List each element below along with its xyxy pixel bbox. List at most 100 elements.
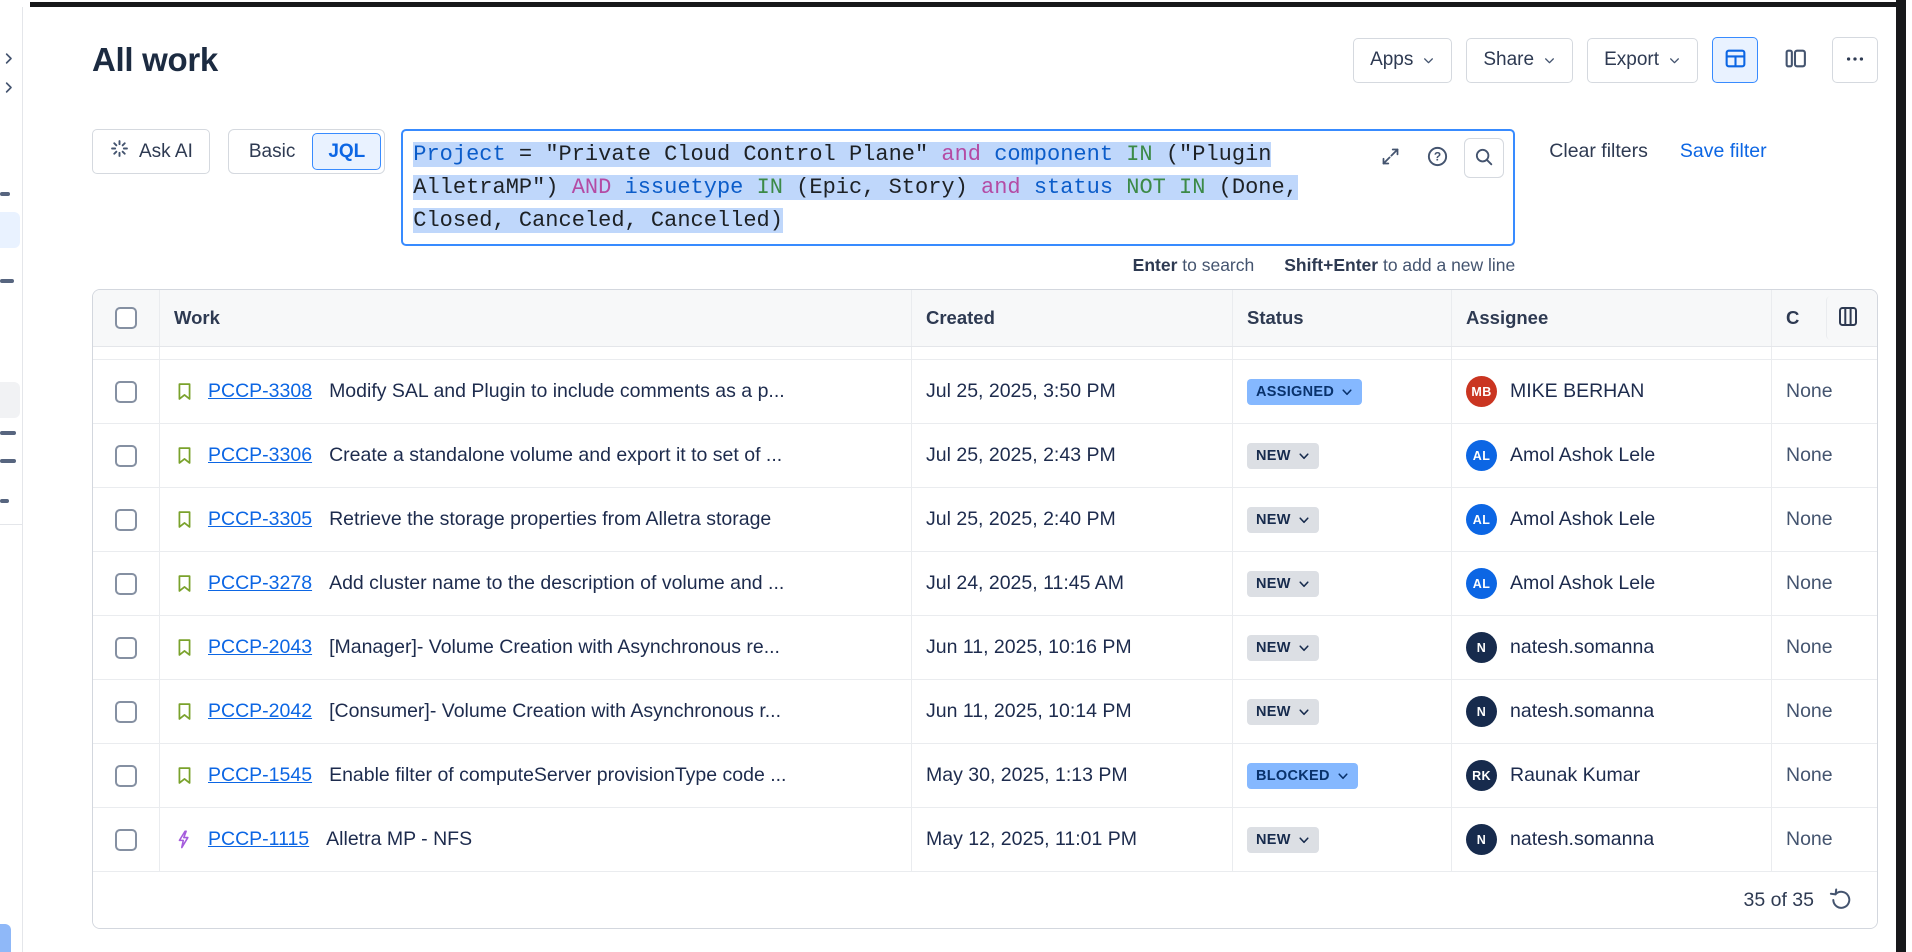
issue-key-link[interactable]: PCCP-3278: [208, 572, 312, 595]
run-search-button[interactable]: [1464, 138, 1504, 178]
issue-key-link[interactable]: PCCP-3306: [208, 444, 312, 467]
sidebar-selected-item[interactable]: [0, 212, 20, 248]
syntax-help-button[interactable]: ?: [1417, 138, 1457, 178]
assignee-cell[interactable]: RK Raunak Kumar: [1451, 744, 1771, 807]
table-row[interactable]: PCCP-2043 [Manager]- Volume Creation wit…: [93, 616, 1877, 680]
story-icon: [174, 637, 195, 658]
avatar: MB: [1466, 376, 1497, 407]
row-checkbox[interactable]: [115, 509, 137, 531]
row-checkbox[interactable]: [115, 701, 137, 723]
save-filter-button[interactable]: Save filter: [1680, 140, 1767, 163]
row-checkbox[interactable]: [115, 445, 137, 467]
status-dropdown[interactable]: NEW: [1247, 571, 1319, 597]
expand-editor-button[interactable]: [1370, 138, 1410, 178]
header-actions: Apps Share Export: [1353, 37, 1878, 83]
search-mode-toggle: Basic JQL: [228, 129, 385, 174]
chevron-down-icon: [1298, 450, 1310, 462]
export-button[interactable]: Export: [1587, 38, 1698, 83]
issue-summary[interactable]: [Consumer]- Volume Creation with Asynchr…: [329, 700, 781, 723]
chevron-right-icon[interactable]: [1, 80, 16, 100]
list-view-button[interactable]: [1712, 37, 1758, 83]
issue-summary[interactable]: Enable filter of computeServer provision…: [329, 764, 786, 787]
status-dropdown[interactable]: NEW: [1247, 699, 1319, 725]
table-row[interactable]: PCCP-3278 Add cluster name to the descri…: [93, 552, 1877, 616]
avatar: N: [1466, 696, 1497, 727]
issue-summary[interactable]: Modify SAL and Plugin to include comment…: [329, 380, 785, 403]
share-button[interactable]: Share: [1466, 38, 1573, 83]
table-row[interactable]: PCCP-3305 Retrieve the storage propertie…: [93, 488, 1877, 552]
ask-ai-button[interactable]: Ask AI: [92, 129, 210, 174]
work-cell: PCCP-1115 Alletra MP - NFS: [159, 808, 911, 871]
assignee-cell[interactable]: N natesh.somanna: [1451, 616, 1771, 679]
column-header-status[interactable]: Status: [1232, 290, 1451, 346]
column-header-assignee[interactable]: Assignee: [1451, 290, 1771, 346]
status-cell: NEW: [1232, 552, 1451, 615]
issue-key-link[interactable]: PCCP-3308: [208, 380, 312, 403]
expand-icon: [1380, 146, 1401, 170]
assignee-cell[interactable]: N natesh.somanna: [1451, 808, 1771, 871]
created-cell: Jul 24, 2025, 11:45 AM: [911, 552, 1232, 615]
selected-text: AlletraMP") AND issuetype IN (Epic, Stor…: [413, 175, 1298, 200]
assignee-cell[interactable]: AL Amol Ashok Lele: [1451, 424, 1771, 487]
columns-settings-button[interactable]: [1826, 297, 1869, 340]
apps-button[interactable]: Apps: [1353, 38, 1452, 83]
story-icon: [174, 573, 195, 594]
row-checkbox[interactable]: [115, 381, 137, 403]
status-dropdown[interactable]: BLOCKED: [1247, 763, 1358, 789]
issue-summary[interactable]: Create a standalone volume and export it…: [329, 444, 782, 467]
column-header-work[interactable]: Work: [159, 290, 911, 346]
detail-view-button[interactable]: [1772, 37, 1818, 83]
row-checkbox[interactable]: [115, 829, 137, 851]
chevron-down-icon: [1298, 834, 1310, 846]
category-cell: None: [1771, 744, 1877, 807]
refresh-button[interactable]: [1829, 887, 1853, 914]
status-dropdown[interactable]: NEW: [1247, 827, 1319, 853]
row-checkbox[interactable]: [115, 637, 137, 659]
table-row[interactable]: PCCP-3306 Create a standalone volume and…: [93, 424, 1877, 488]
sidebar-fragment: [0, 431, 16, 435]
issue-summary[interactable]: Add cluster name to the description of v…: [329, 572, 784, 595]
issue-key-link[interactable]: PCCP-2042: [208, 700, 312, 723]
category-cell: None: [1771, 680, 1877, 743]
assignee-cell[interactable]: AL Amol Ashok Lele: [1451, 552, 1771, 615]
hint-enter-key: Enter: [1133, 255, 1178, 275]
filter-links: Clear filters Save filter: [1549, 129, 1766, 174]
clear-filters-button[interactable]: Clear filters: [1549, 140, 1648, 163]
assignee-cell[interactable]: MB MIKE BERHAN: [1451, 360, 1771, 423]
issue-summary[interactable]: Alletra MP - NFS: [326, 828, 472, 851]
issue-summary[interactable]: Retrieve the storage properties from All…: [329, 508, 771, 531]
sidebar-fragment: [0, 499, 9, 503]
window-frame-top: [30, 2, 1906, 7]
chevron-down-icon: [1298, 514, 1310, 526]
issue-key-link[interactable]: PCCP-2043: [208, 636, 312, 659]
status-dropdown[interactable]: ASSIGNED: [1247, 379, 1362, 405]
issue-summary[interactable]: [Manager]- Volume Creation with Asynchro…: [329, 636, 780, 659]
chevron-down-icon: [1298, 706, 1310, 718]
sidebar-divider: [0, 524, 22, 525]
jql-input[interactable]: Project = "Private Cloud Control Plane" …: [401, 129, 1515, 246]
created-cell: Jun 11, 2025, 10:14 PM: [911, 680, 1232, 743]
row-checkbox[interactable]: [115, 765, 137, 787]
table-row[interactable]: PCCP-2042 [Consumer]- Volume Creation wi…: [93, 680, 1877, 744]
issue-key-link[interactable]: PCCP-1115: [208, 828, 309, 851]
status-dropdown[interactable]: NEW: [1247, 443, 1319, 469]
column-header-created[interactable]: Created: [911, 290, 1232, 346]
assignee-cell[interactable]: N natesh.somanna: [1451, 680, 1771, 743]
basic-mode-button[interactable]: Basic: [232, 141, 312, 163]
select-all-checkbox[interactable]: [115, 307, 137, 329]
assignee-name: natesh.somanna: [1510, 700, 1654, 723]
jql-mode-button[interactable]: JQL: [312, 133, 381, 170]
chevron-right-icon[interactable]: [1, 51, 16, 71]
status-dropdown[interactable]: NEW: [1247, 635, 1319, 661]
row-checkbox[interactable]: [115, 573, 137, 595]
assignee-cell[interactable]: AL Amol Ashok Lele: [1451, 488, 1771, 551]
search-hints: Enter to searchShift+Enter to add a new …: [401, 255, 1515, 276]
table-row[interactable]: PCCP-3308 Modify SAL and Plugin to inclu…: [93, 360, 1877, 424]
table-row[interactable]: PCCP-1545 Enable filter of computeServer…: [93, 744, 1877, 808]
issue-key-link[interactable]: PCCP-3305: [208, 508, 312, 531]
status-dropdown[interactable]: NEW: [1247, 507, 1319, 533]
sidebar-hovered-item[interactable]: [0, 382, 20, 418]
more-actions-button[interactable]: [1832, 37, 1878, 83]
issue-key-link[interactable]: PCCP-1545: [208, 764, 312, 787]
table-row[interactable]: PCCP-1115 Alletra MP - NFS May 12, 2025,…: [93, 808, 1877, 872]
